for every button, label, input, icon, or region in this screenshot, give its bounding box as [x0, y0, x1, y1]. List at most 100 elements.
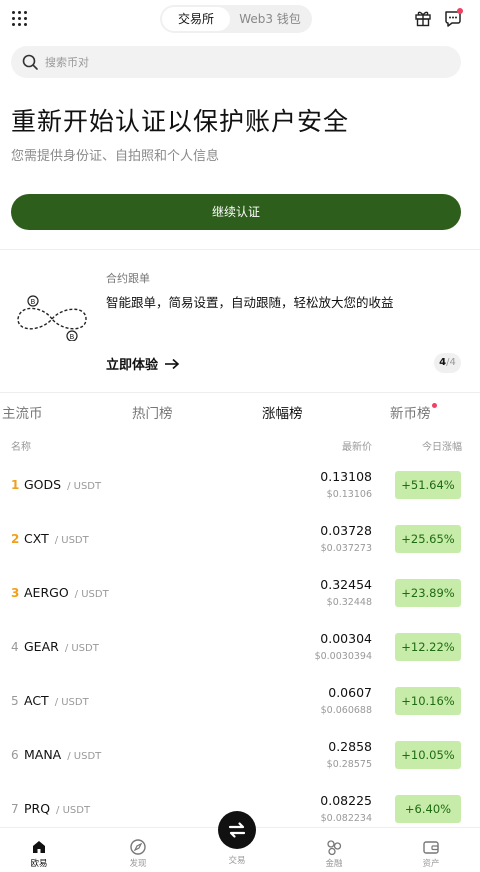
copy-trading-illustration: B B [17, 295, 87, 341]
row-change-badge: +10.16% [395, 687, 461, 715]
table-row[interactable]: 3 AERGO / USDT 0.32454 $0.32448 +23.89% [0, 566, 480, 620]
page-title: 重新开始认证以保护账户安全 [11, 107, 350, 136]
tab-mainstream[interactable]: 主流币 [2, 402, 43, 422]
row-symbol: ACT / USDT [24, 674, 89, 728]
home-icon [33, 841, 45, 853]
divider [0, 392, 480, 393]
row-symbol: CXT / USDT [24, 512, 89, 566]
market-tabs: 主流币 热门榜 涨幅榜 新币榜 [0, 402, 480, 426]
row-rank: 6 [11, 748, 19, 762]
row-base: ACT [24, 693, 49, 708]
wallet-icon [423, 841, 439, 854]
row-change-badge: +10.05% [395, 741, 461, 769]
row-rank: 5 [11, 694, 19, 708]
row-base: CXT [24, 531, 49, 546]
row-change-badge: +25.65% [395, 525, 461, 553]
finance-icon [327, 840, 342, 856]
row-price: 0.13108 [320, 469, 372, 484]
nav-label: 金融 [325, 859, 343, 869]
nav-okx[interactable]: 欧易 [9, 828, 69, 872]
search-bar[interactable] [11, 46, 461, 78]
row-base: AERGO [24, 585, 69, 600]
promo-tag: 合约跟单 [106, 272, 150, 285]
row-symbol: GODS / USDT [24, 458, 101, 512]
row-price: 0.03728 [320, 523, 372, 538]
row-quote: / USDT [67, 751, 102, 762]
arrow-right-icon [165, 358, 180, 369]
row-price: 0.08225 [320, 793, 372, 808]
top-bar: 交易所 Web3 钱包 [0, 0, 480, 38]
row-symbol: GEAR / USDT [24, 620, 99, 674]
row-base: PRQ [24, 801, 51, 816]
row-fiat-price: $0.060688 [320, 705, 372, 716]
try-now-link[interactable]: 立即体验 [106, 354, 180, 373]
gift-icon[interactable] [414, 9, 432, 27]
nav-label: 发现 [129, 859, 147, 869]
column-name: 名称 [11, 442, 31, 453]
tab-web3-wallet[interactable]: Web3 钱包 [230, 7, 310, 31]
table-row[interactable]: 2 CXT / USDT 0.03728 $0.037273 +25.65% [0, 512, 480, 566]
row-price: 0.2858 [328, 739, 372, 754]
row-change-badge: +12.22% [395, 633, 461, 661]
table-row[interactable]: 6 MANA / USDT 0.2858 $0.28575 +10.05% [0, 728, 480, 782]
row-price: 0.0607 [328, 685, 372, 700]
row-fiat-price: $0.037273 [320, 543, 372, 554]
row-rank: 1 [11, 478, 20, 492]
row-symbol: MANA / USDT [24, 728, 101, 782]
nav-label: 交易 [228, 856, 246, 866]
tab-gainers[interactable]: 涨幅榜 [262, 402, 303, 422]
tab-hot[interactable]: 热门榜 [132, 402, 173, 422]
row-fiat-price: $0.082234 [320, 813, 372, 824]
row-fiat-price: $0.28575 [326, 759, 372, 770]
row-base: GODS [24, 477, 62, 492]
divider [0, 249, 480, 250]
nav-assets[interactable]: 资产 [401, 828, 461, 872]
nav-label: 资产 [422, 859, 440, 869]
swap-icon [228, 822, 246, 838]
row-quote: / USDT [54, 697, 89, 708]
column-change: 今日涨幅 [422, 442, 462, 453]
svg-text:B: B [70, 333, 75, 341]
row-rank: 4 [11, 640, 19, 654]
tab-new-listings[interactable]: 新币榜 [390, 402, 437, 422]
continue-verification-button[interactable]: 继续认证 [11, 194, 461, 230]
carousel-pager: 4/4 [434, 353, 461, 373]
row-quote: / USDT [54, 535, 89, 546]
hero-subtitle: 您需提供身份证、自拍照和个人信息 [11, 149, 220, 164]
nav-label: 欧易 [30, 859, 48, 869]
row-fiat-price: $0.13106 [326, 489, 372, 500]
row-quote: / USDT [74, 589, 109, 600]
row-base: GEAR [24, 639, 59, 654]
tab-exchange[interactable]: 交易所 [162, 7, 230, 31]
column-price: 最新价 [342, 442, 372, 453]
nav-finance[interactable]: 金融 [304, 828, 364, 872]
mode-switch: 交易所 Web3 钱包 [160, 5, 312, 33]
row-fiat-price: $0.0030394 [314, 651, 372, 662]
table-row[interactable]: 4 GEAR / USDT 0.00304 $0.0030394 +12.22% [0, 620, 480, 674]
row-change-badge: +51.64% [395, 471, 461, 499]
row-quote: / USDT [64, 643, 99, 654]
row-price: 0.32454 [320, 577, 372, 592]
row-rank: 2 [11, 532, 20, 546]
row-quote: / USDT [67, 481, 102, 492]
svg-text:B: B [31, 298, 36, 306]
message-icon[interactable] [443, 8, 463, 28]
new-dot [431, 403, 437, 408]
try-now-label: 立即体验 [106, 358, 159, 373]
table-header: 名称 最新价 今日涨幅 [0, 438, 480, 454]
row-rank: 3 [11, 586, 20, 600]
row-base: MANA [24, 747, 62, 762]
nav-trade-button[interactable] [218, 811, 256, 849]
promo-description: 智能跟单，简易设置，自动跟随，轻松放大您的收益 [106, 295, 394, 310]
pager-total: /4 [446, 357, 456, 368]
nav-discover[interactable]: 发现 [108, 828, 168, 872]
search-input[interactable] [45, 55, 425, 69]
row-symbol: AERGO / USDT [24, 566, 109, 620]
grid-menu-icon[interactable] [12, 11, 28, 27]
row-fiat-price: $0.32448 [326, 597, 372, 608]
compass-icon [130, 839, 146, 855]
table-row[interactable]: 5 ACT / USDT 0.0607 $0.060688 +10.16% [0, 674, 480, 728]
notification-dot [457, 8, 463, 14]
row-quote: / USDT [56, 805, 91, 816]
table-row[interactable]: 1 GODS / USDT 0.13108 $0.13106 +51.64% [0, 458, 480, 512]
